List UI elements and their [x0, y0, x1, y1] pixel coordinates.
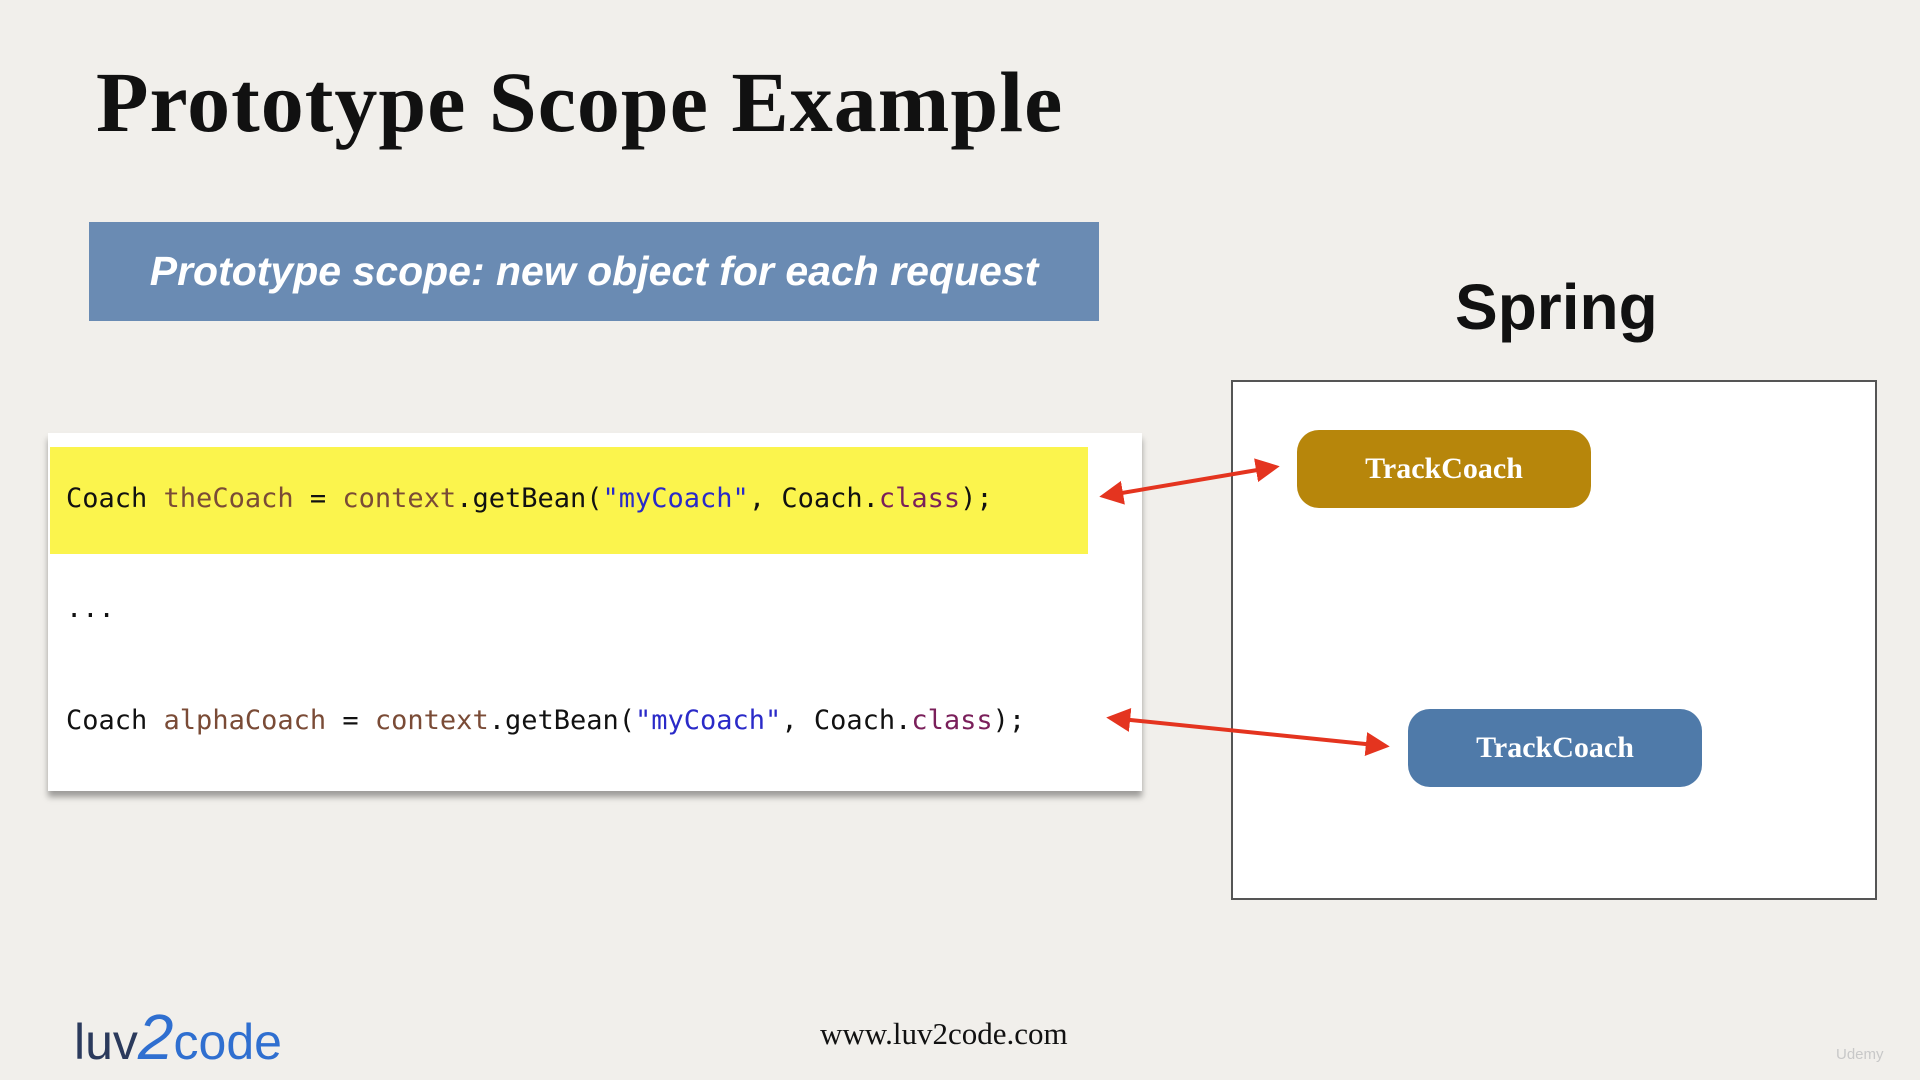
arrow-1 — [1099, 458, 1280, 505]
arrow-2 — [1106, 708, 1390, 756]
arrows-layer — [1099, 458, 1390, 756]
udemy-watermark: Udemy — [1836, 1046, 1884, 1063]
luv2code-logo: luv2code — [74, 1001, 282, 1073]
footer-url: www.luv2code.com — [820, 1016, 1068, 1051]
